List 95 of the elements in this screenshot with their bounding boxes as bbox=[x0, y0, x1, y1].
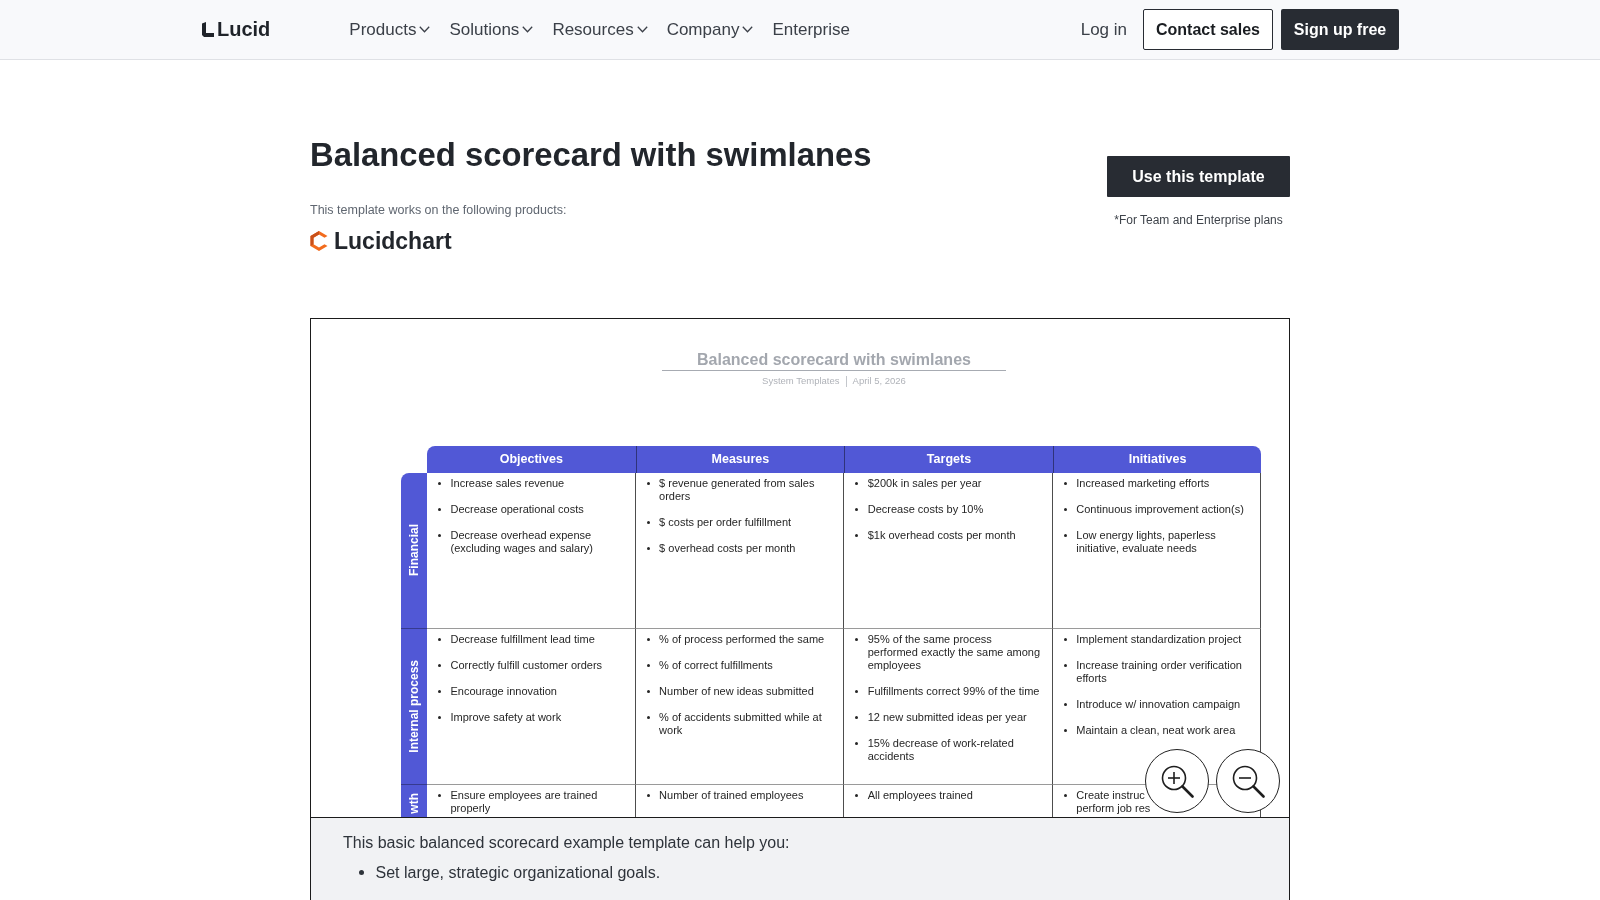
list-item-text: 15% decrease of work-related accidents bbox=[867, 737, 1015, 763]
list-item-text: $ costs per order fulfillment bbox=[659, 516, 792, 529]
list-item-text: Fulfillments correct 99% of the time bbox=[867, 685, 1040, 698]
column-header: Measures bbox=[635, 446, 845, 473]
list-item-text: $1k overhead costs per month bbox=[867, 529, 1016, 542]
list-item-text: Correctly fulfill customer orders bbox=[450, 659, 603, 672]
bullet-icon bbox=[855, 508, 859, 511]
list-item-text: Low energy lights, paperless initiative, evaluate needs bbox=[1076, 529, 1217, 555]
list-item-text: $ overhead costs per month bbox=[659, 542, 796, 555]
list-item-text: Decrease overhead expense (excluding wages and salary) bbox=[450, 529, 594, 555]
bullet-icon bbox=[438, 534, 441, 537]
bullet-icon bbox=[438, 664, 441, 667]
plans-note: *For Team and Enterprise plans bbox=[1114, 212, 1283, 228]
use-template-button[interactable]: Use this template bbox=[1107, 156, 1290, 197]
list-item-text: Number of new ideas submitted bbox=[659, 685, 814, 698]
bullet-icon bbox=[855, 690, 859, 693]
contact-sales-button[interactable]: Contact sales bbox=[1143, 9, 1273, 50]
list-item-text: Decrease costs by 10% bbox=[867, 503, 984, 516]
diagram-date: April 5, 2026 bbox=[852, 375, 906, 387]
sign-up-button[interactable]: Sign up free bbox=[1281, 9, 1399, 50]
diagram-source: System Templates bbox=[762, 375, 840, 387]
list-item-text: Maintain a clean, neat work area bbox=[1076, 724, 1236, 737]
bullet-icon bbox=[1063, 534, 1067, 537]
bullet-icon bbox=[646, 547, 650, 550]
swimlane-label: Internal process bbox=[407, 660, 421, 753]
bullet-icon bbox=[646, 521, 650, 524]
page-title: Balanced scorecard with swimlanes bbox=[310, 135, 872, 175]
diagram-title: Balanced scorecard with swimlanes bbox=[662, 350, 1006, 371]
column-header: Initiatives bbox=[1052, 446, 1262, 473]
list-item-text: Increase sales revenue bbox=[450, 477, 565, 490]
bullet-icon bbox=[438, 794, 441, 797]
list-item-text: % of process performed the same bbox=[659, 633, 825, 646]
bullet-icon bbox=[1063, 482, 1067, 485]
bullet-icon bbox=[646, 664, 650, 667]
product-name: Lucidchart bbox=[334, 227, 452, 255]
bullet-icon bbox=[1063, 703, 1067, 706]
logo-link[interactable]: Lucid bbox=[202, 18, 271, 41]
bullet-icon bbox=[855, 638, 859, 641]
bullet-icon bbox=[855, 534, 859, 537]
nav-menu-item[interactable]: Resources bbox=[552, 18, 648, 41]
bullet-icon bbox=[855, 482, 859, 485]
bullet-icon bbox=[646, 482, 650, 485]
bullet-icon bbox=[438, 508, 441, 511]
swimlane-label: wth bbox=[407, 793, 421, 814]
bullet-icon bbox=[1063, 729, 1067, 732]
bullet-icon bbox=[438, 716, 441, 719]
list-item-text: $ revenue generated from sales orders bbox=[659, 477, 816, 503]
bullet-icon bbox=[438, 690, 441, 693]
list-item-text: All employees trained bbox=[867, 789, 973, 802]
list-item-text: Improve safety at work bbox=[450, 711, 562, 724]
column-header: Objectives bbox=[427, 446, 636, 473]
bullet-icon bbox=[646, 690, 650, 693]
bullet-icon bbox=[1063, 794, 1067, 797]
bullet-icon bbox=[646, 638, 650, 641]
logo-icon bbox=[202, 22, 214, 37]
nav-menu-item[interactable]: Solutions bbox=[449, 18, 534, 41]
list-item-text: Increased marketing efforts bbox=[1076, 477, 1210, 490]
list-item-text: 12 new submitted ideas per year bbox=[867, 711, 1027, 724]
products-caption: This template works on the following products: bbox=[310, 202, 567, 218]
bullet-icon bbox=[646, 794, 650, 797]
list-item-text: Decrease operational costs bbox=[450, 503, 584, 516]
list-item-text: Encourage innovation bbox=[450, 685, 557, 698]
login-link[interactable]: Log in bbox=[1080, 19, 1127, 40]
list-item-text: 95% of the same process performed exactly the same among employees bbox=[867, 633, 1042, 672]
description-intro: This basic balanced scorecard example template can help you: bbox=[343, 833, 790, 853]
description-point: Set large, strategic organizational goals. bbox=[375, 862, 661, 883]
list-item-text: Create instruc perform job res bbox=[1076, 789, 1151, 815]
list-item-text: Increase training order verification efforts bbox=[1076, 659, 1243, 685]
bullet-icon bbox=[438, 638, 441, 641]
bullet-icon bbox=[855, 742, 859, 745]
list-item-text: Introduce w/ innovation campaign bbox=[1076, 698, 1241, 711]
list-item-text: % of correct fulfillments bbox=[659, 659, 773, 672]
bullet-icon bbox=[1063, 508, 1067, 511]
bullet-icon bbox=[1063, 638, 1067, 641]
list-item-text: % of accidents submitted while at work bbox=[659, 711, 823, 737]
nav-menu-item[interactable]: Company bbox=[666, 18, 754, 41]
zoom-in-icon bbox=[1160, 764, 1194, 798]
nav-menu-item[interactable]: Enterprise bbox=[772, 18, 850, 41]
bullet-icon bbox=[358, 870, 364, 875]
list-item-text: Continuous improvement action(s) bbox=[1076, 503, 1244, 516]
swimlane-label: Financial bbox=[407, 524, 421, 577]
list-item-text: Ensure employees are trained properly bbox=[450, 789, 599, 815]
list-item-text: Implement standardization project bbox=[1076, 633, 1242, 646]
list-item-text: $200k in sales per year bbox=[867, 477, 982, 490]
bullet-icon bbox=[855, 794, 859, 797]
hexagon-logo-icon bbox=[310, 231, 328, 251]
nav-menu-item[interactable]: Products bbox=[349, 18, 431, 41]
bullet-icon bbox=[438, 482, 441, 485]
column-header: Targets bbox=[844, 446, 1053, 473]
bullet-icon bbox=[646, 716, 650, 719]
list-item-text: Decrease fulfillment lead time bbox=[450, 633, 595, 646]
bullet-icon bbox=[1063, 664, 1067, 667]
list-item-text: Number of trained employees bbox=[659, 789, 804, 802]
bullet-icon bbox=[855, 716, 859, 719]
zoom-out-icon bbox=[1231, 764, 1265, 798]
